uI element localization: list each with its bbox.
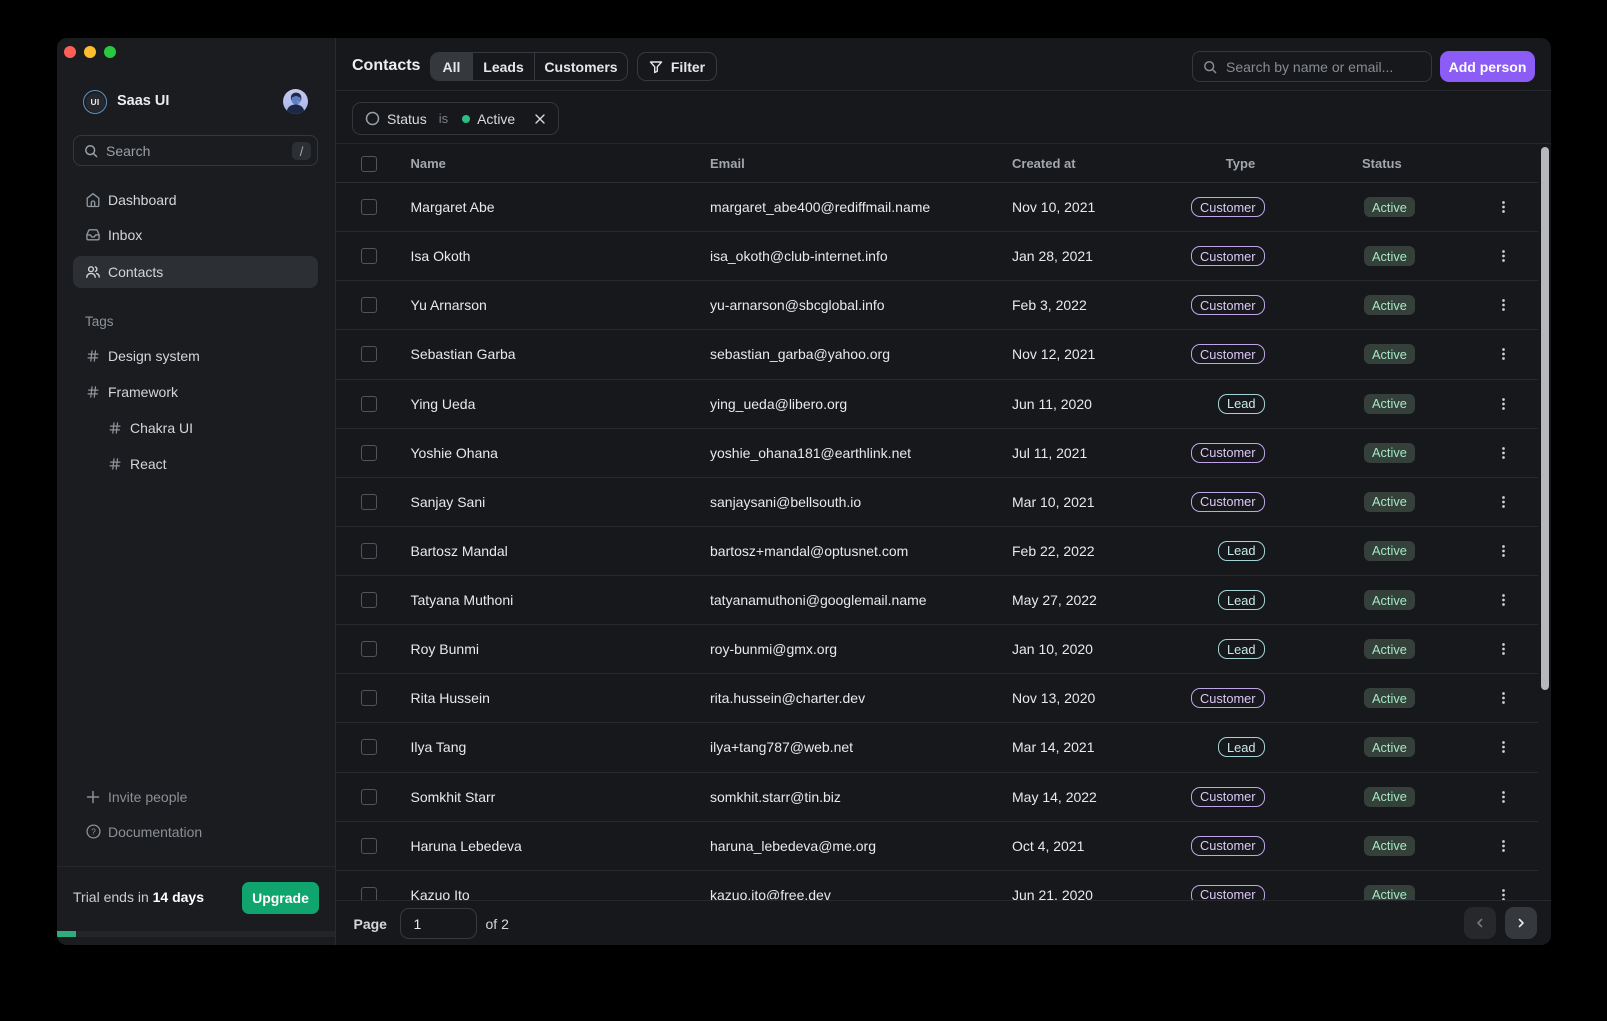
svg-text:?: ?	[91, 827, 96, 837]
